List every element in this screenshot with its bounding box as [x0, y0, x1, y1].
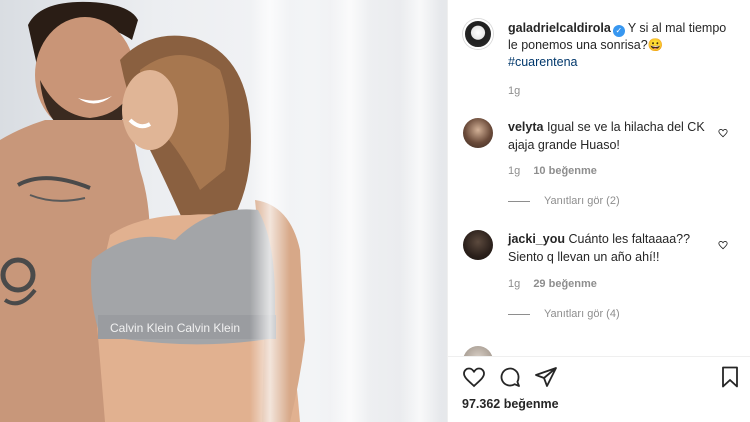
hashtag-link[interactable]: #cuarentena — [508, 54, 734, 71]
comment-likes[interactable]: 10 beğenme — [533, 165, 597, 177]
post-actions-bar — [462, 365, 742, 391]
comment-meta: 1g 29 beğenme — [508, 278, 597, 290]
commenter-avatar[interactable] — [463, 230, 493, 260]
bookmark-icon[interactable] — [718, 365, 742, 389]
comment-time: 1g — [508, 278, 521, 290]
replies-divider — [508, 200, 530, 202]
post-details-panel: galadrielcaldirola ✓ Y si al mal tiempo le… — [447, 0, 750, 422]
comment-like-heart-icon[interactable] — [718, 128, 728, 138]
verified-badge-icon: ✓ — [612, 25, 625, 37]
comment-time: 1g — [508, 165, 521, 177]
view-replies-label: Yanıtları gör (4) — [544, 308, 620, 320]
comment-username[interactable]: velyta — [508, 120, 543, 134]
comment-item: jacki_you Cuánto les faltaaaa?? Siento q… — [508, 231, 708, 266]
comment-meta: 1g 10 beğenme — [508, 165, 597, 177]
caption-time: 1g — [508, 85, 521, 97]
view-replies-label: Yanıtları gör (2) — [544, 195, 620, 207]
share-icon[interactable] — [534, 365, 558, 389]
commenter-avatar[interactable] — [463, 118, 493, 148]
comment-icon[interactable] — [498, 365, 522, 389]
caption-emoji: 😀 — [647, 38, 664, 52]
couple-illustration: Calvin Klein Calvin Klein — [0, 1, 305, 422]
replies-divider — [508, 313, 530, 315]
owner-username[interactable]: galadrielcaldirola — [508, 21, 611, 35]
actions-divider — [448, 356, 750, 357]
waistband-logo: Calvin Klein Calvin Klein — [110, 321, 240, 335]
post-photo[interactable]: Calvin Klein Calvin Klein — [0, 0, 447, 422]
view-replies-button[interactable]: Yanıtları gör (2) — [508, 195, 620, 207]
next-comment-partial — [463, 340, 743, 356]
comment-item: velyta Igual se ve la hilacha del CK aja… — [508, 119, 708, 154]
comment-username[interactable]: jacki_you — [508, 232, 565, 246]
view-replies-button[interactable]: Yanıtları gör (4) — [508, 308, 620, 320]
heart-icon[interactable] — [462, 365, 486, 389]
comment-like-heart-icon[interactable] — [718, 240, 728, 250]
post-caption: galadrielcaldirola ✓ Y si al mal tiempo le… — [508, 20, 734, 71]
likes-count[interactable]: 97.362 beğenme — [462, 397, 559, 411]
owner-avatar[interactable] — [463, 19, 493, 49]
comment-likes[interactable]: 29 beğenme — [533, 278, 597, 290]
